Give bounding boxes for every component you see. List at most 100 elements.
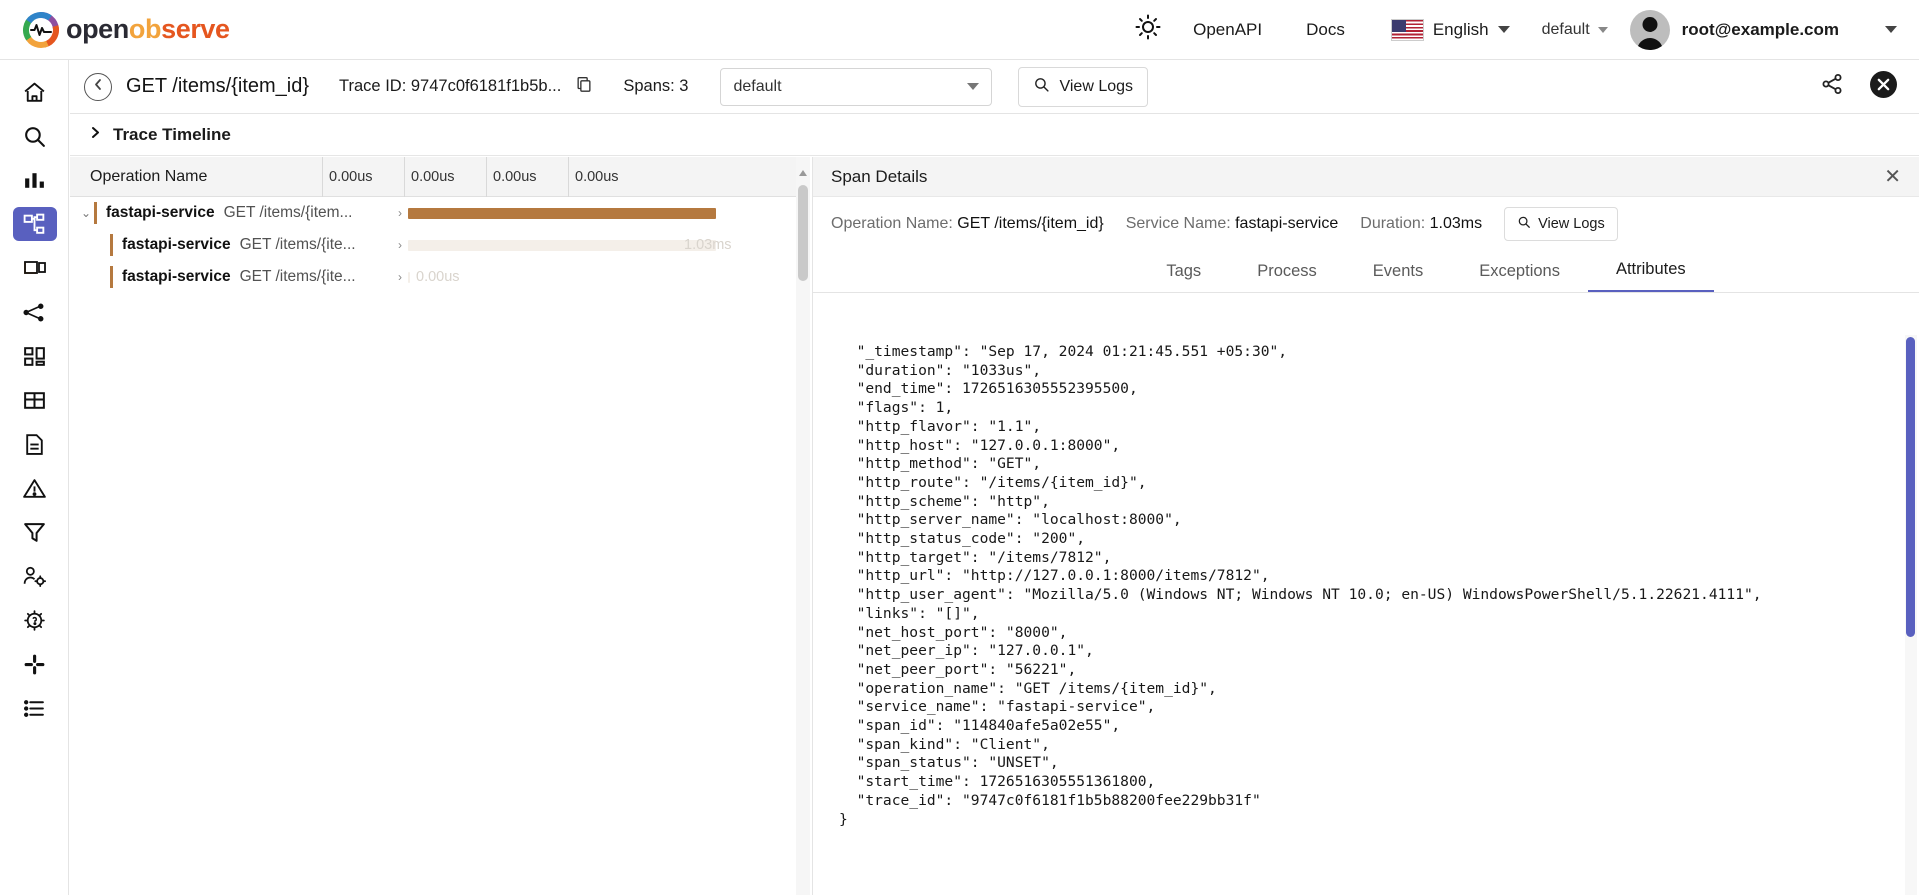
span-color-indicator: [110, 266, 113, 288]
span-duration-bar[interactable]: [408, 207, 716, 219]
sidebar-item-about[interactable]: [0, 686, 69, 730]
scroll-up-arrow-icon[interactable]: [799, 163, 807, 181]
span-expand-chevron-right-icon[interactable]: ›: [392, 270, 408, 284]
left-sidebar: [0, 60, 69, 895]
attribute-line: "end_time": 1726516305552395500,: [839, 380, 1138, 398]
logo-text-part3: serve: [161, 14, 230, 44]
spans-scrollbar-thumb[interactable]: [798, 185, 808, 281]
span-details-tabs: Tags Process Events Exceptions Attributes: [813, 251, 1919, 293]
organization-selector[interactable]: default: [1524, 21, 1626, 39]
organization-label: default: [1541, 20, 1590, 38]
service-name-meta: Service Name: fastapi-service: [1126, 215, 1339, 233]
sidebar-item-pipelines[interactable]: [0, 290, 69, 334]
app-logo[interactable]: openobserve: [22, 11, 230, 49]
sidebar-item-dashboards[interactable]: [0, 334, 69, 378]
span-row[interactable]: ⌄ fastapi-service GET /items/{item... ›: [70, 197, 810, 229]
span-row[interactable]: fastapi-service GET /items/{ite... › 0.00us: [70, 261, 810, 293]
attribute-line: "span_id": "114840afe5a02e55",: [839, 717, 1121, 735]
span-expand-chevron-right-icon[interactable]: ›: [392, 206, 408, 220]
trace-header-bar: GET /items/{item_id} Trace ID: 9747c0f61…: [70, 60, 1919, 114]
attribute-line: "http_url": "http://127.0.0.1:8000/items…: [839, 567, 1270, 585]
spans-scrollbar[interactable]: [796, 157, 810, 895]
span-service-name: fastapi-service: [122, 236, 231, 253]
attribute-line: "http_route": "/items/{item_id}",: [839, 473, 1147, 491]
sidebar-item-slack[interactable]: [0, 642, 69, 686]
back-button[interactable]: [84, 72, 112, 101]
share-button[interactable]: [1820, 72, 1844, 101]
table-icon: [13, 383, 57, 417]
attribute-line: "operation_name": "GET /items/{item_id}"…: [839, 679, 1217, 697]
span-duration-bar[interactable]: [408, 239, 716, 251]
logo-text-part2: ob: [128, 14, 162, 44]
attribute-line: "links": "[]",: [839, 604, 980, 622]
close-circle-icon: [1870, 70, 1897, 103]
span-operation-name: GET /items/{ite...: [239, 268, 356, 285]
attributes-scrollbar[interactable]: [1905, 335, 1917, 895]
home-icon: [13, 75, 57, 109]
attribute-line: "net_host_port": "8000",: [839, 623, 1068, 641]
sidebar-item-search[interactable]: [0, 114, 69, 158]
stream-select[interactable]: default: [720, 67, 993, 106]
attribute-line: "http_method": "GET",: [839, 455, 1042, 473]
close-icon[interactable]: ✕: [1884, 167, 1901, 187]
close-trace-button[interactable]: [1870, 70, 1897, 103]
span-view-logs-button[interactable]: View Logs: [1504, 207, 1618, 241]
span-expand-chevron-right-icon[interactable]: ›: [392, 238, 408, 252]
copy-trace-id-button[interactable]: [575, 75, 593, 98]
user-menu-chevron-down-icon[interactable]: [1885, 26, 1897, 33]
timeline-tick: 0.00us: [322, 157, 373, 197]
sidebar-item-reports[interactable]: [0, 422, 69, 466]
span-operation-name: GET /items/{ite...: [239, 236, 356, 253]
span-view-logs-label: View Logs: [1538, 216, 1605, 232]
trace-timeline-toggle[interactable]: Trace Timeline: [70, 115, 1919, 156]
trace-timeline-label: Trace Timeline: [113, 125, 231, 144]
sidebar-item-traces[interactable]: [0, 202, 69, 246]
span-row-label: fastapi-service GET /items/{ite...: [70, 229, 392, 261]
tab-events[interactable]: Events: [1345, 262, 1451, 292]
attribute-line: "http_flavor": "1.1",: [839, 417, 1042, 435]
funnel-icon: [13, 515, 57, 549]
page-title: GET /items/{item_id}: [126, 75, 310, 97]
view-logs-button[interactable]: View Logs: [1018, 66, 1149, 107]
attributes-scrollbar-thumb[interactable]: [1906, 337, 1915, 637]
tab-process[interactable]: Process: [1229, 262, 1345, 292]
avatar[interactable]: [1629, 9, 1670, 50]
warning-triangle-icon: [13, 471, 57, 505]
sidebar-item-iam[interactable]: [0, 554, 69, 598]
attributes-json-viewer: "_timestamp": "Sep 17, 2024 01:21:45.551…: [813, 337, 1919, 895]
chevron-down-icon: [967, 83, 980, 90]
attribute-line: "trace_id": "9747c0f6181f1b5b88200fee229…: [839, 791, 1261, 809]
sidebar-item-home[interactable]: [0, 70, 69, 114]
sidebar-item-alerts[interactable]: [0, 466, 69, 510]
attribute-line: "http_status_code": "200",: [839, 530, 1086, 548]
sidebar-item-streams[interactable]: [0, 378, 69, 422]
openapi-link[interactable]: OpenAPI: [1171, 20, 1284, 40]
attribute-line: "_timestamp": "Sep 17, 2024 01:21:45.551…: [839, 343, 1288, 360]
attribute-line: "http_target": "/items/7812",: [839, 548, 1112, 566]
trace-id-label: Trace ID: 9747c0f6181f1b5b...: [339, 77, 562, 95]
sidebar-item-rum[interactable]: [0, 246, 69, 290]
span-duration-bar[interactable]: [408, 271, 410, 283]
view-logs-label: View Logs: [1059, 77, 1134, 95]
logo-text-part1: open: [66, 14, 129, 44]
openobserve-logo-icon: [22, 11, 60, 49]
sidebar-item-functions[interactable]: [0, 510, 69, 554]
span-row[interactable]: fastapi-service GET /items/{ite... › 1.03ms: [70, 229, 810, 261]
tab-exceptions[interactable]: Exceptions: [1451, 262, 1588, 292]
duration-meta: Duration: 1.03ms: [1360, 215, 1482, 233]
span-color-indicator: [110, 234, 113, 256]
theme-toggle-button[interactable]: [1125, 7, 1171, 53]
docs-link[interactable]: Docs: [1284, 20, 1367, 40]
chevron-down-icon[interactable]: ⌄: [78, 206, 94, 220]
timeline-tick: 0.00us: [404, 157, 455, 197]
attribute-line: }: [839, 810, 848, 828]
sidebar-item-management[interactable]: [0, 598, 69, 642]
trace-header-actions: [1820, 70, 1919, 103]
attribute-line: "flags": 1,: [839, 399, 954, 417]
tab-attributes[interactable]: Attributes: [1587, 260, 1714, 292]
span-details-header: Span Details ✕: [813, 157, 1919, 197]
sidebar-item-metrics[interactable]: [0, 158, 69, 202]
language-selector[interactable]: English: [1367, 18, 1524, 41]
chevron-right-icon: [90, 126, 101, 144]
tab-tags[interactable]: Tags: [1138, 262, 1229, 292]
